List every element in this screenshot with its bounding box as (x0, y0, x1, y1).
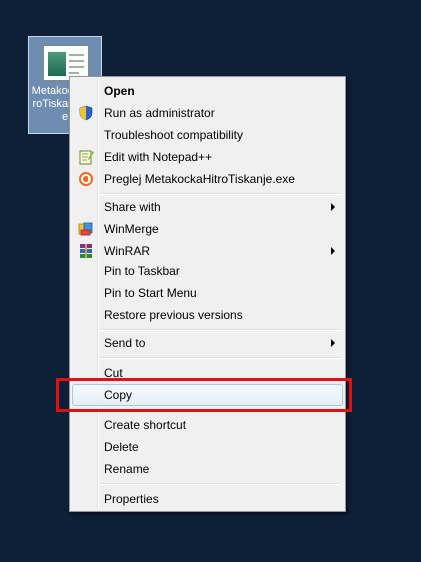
notepad-plus-plus-icon (78, 149, 94, 165)
menu-item-troubleshoot-compatibility[interactable]: Troubleshoot compatibility (72, 124, 343, 146)
menu-item-label: Preglej MetakockaHitroTiskanje.exe (104, 172, 295, 186)
avast-icon (78, 171, 94, 187)
menu-separator (100, 483, 341, 485)
menu-item-label: WinMerge (104, 222, 159, 236)
menu-item-label: Share with (104, 200, 161, 214)
menu-item-open[interactable]: Open (72, 80, 343, 102)
menu-item-label: Rename (104, 462, 150, 476)
menu-item-rename[interactable]: Rename (72, 458, 343, 480)
menu-item-pin-to-taskbar[interactable]: Pin to Taskbar (72, 260, 343, 282)
menu-item-label: WinRAR (104, 244, 151, 258)
menu-item-label: Troubleshoot compatibility (104, 128, 243, 142)
menu-item-label: Restore previous versions (104, 308, 243, 322)
menu-item-label: Pin to Taskbar (104, 264, 180, 278)
menu-item-label: Edit with Notepad++ (104, 150, 213, 164)
menu-separator (100, 357, 341, 359)
menu-item-run-as-administrator[interactable]: Run as administrator (72, 102, 343, 124)
menu-item-winrar[interactable]: WinRAR (72, 240, 343, 262)
menu-item-create-shortcut[interactable]: Create shortcut (72, 414, 343, 436)
menu-item-label: Run as administrator (104, 106, 215, 120)
winrar-icon (78, 243, 94, 259)
submenu-arrow-icon (331, 339, 335, 347)
menu-item-delete[interactable]: Delete (72, 436, 343, 458)
menu-separator (100, 329, 341, 331)
menu-separator (100, 193, 341, 195)
menu-item-label: Send to (104, 336, 146, 350)
menu-item-edit-with-notepad[interactable]: Edit with Notepad++ (72, 146, 343, 168)
context-menu: Open Run as administrator Troubleshoot c… (69, 76, 346, 512)
menu-item-restore-previous-versions[interactable]: Restore previous versions (72, 304, 343, 326)
copy-highlight-box (56, 378, 352, 412)
menu-item-label: Properties (104, 492, 159, 506)
menu-item-share-with[interactable]: Share with (72, 196, 343, 218)
submenu-arrow-icon (331, 203, 335, 211)
menu-item-label: Open (104, 84, 135, 98)
menu-item-label: Delete (104, 440, 139, 454)
winmerge-icon (78, 221, 94, 237)
submenu-arrow-icon (331, 247, 335, 255)
menu-item-winmerge[interactable]: WinMerge (72, 218, 343, 240)
menu-item-send-to[interactable]: Send to (72, 332, 343, 354)
menu-item-preglej[interactable]: Preglej MetakockaHitroTiskanje.exe (72, 168, 343, 190)
menu-item-pin-to-start-menu[interactable]: Pin to Start Menu (72, 282, 343, 304)
menu-item-properties[interactable]: Properties (72, 488, 343, 510)
uac-shield-icon (78, 105, 94, 121)
menu-item-label: Pin to Start Menu (104, 286, 197, 300)
menu-item-label: Create shortcut (104, 418, 187, 432)
